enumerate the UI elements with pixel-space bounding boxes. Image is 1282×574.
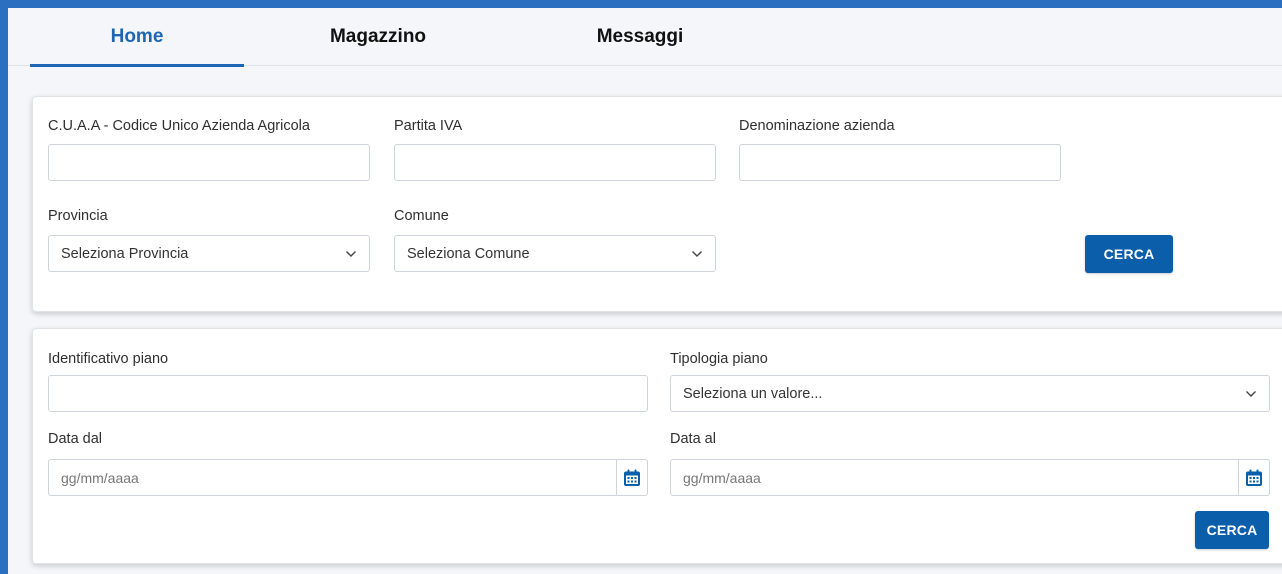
comune-selected-value: Seleziona Comune [407, 245, 530, 262]
calendar-icon [1246, 469, 1262, 486]
comune-label: Comune [394, 208, 449, 224]
data-al-field [670, 459, 1270, 496]
tab-messaggi[interactable]: Messaggi [560, 8, 720, 66]
tab-magazzino[interactable]: Magazzino [298, 8, 458, 66]
data-al-input[interactable] [670, 459, 1270, 496]
tipologia-select[interactable]: Seleziona un valore... [670, 375, 1270, 412]
company-search-panel: C.U.A.A - Codice Unico Azienda Agricola … [32, 96, 1282, 312]
chevron-down-icon [346, 250, 356, 257]
denominazione-input[interactable] [739, 144, 1061, 181]
app-frame: Home Magazzino Messaggi C.U.A.A - Codice… [8, 8, 1282, 574]
data-dal-calendar-button[interactable] [616, 459, 648, 496]
company-search-button[interactable]: CERCA [1085, 235, 1173, 273]
plan-search-panel: Identificativo piano Tipologia piano Sel… [32, 328, 1282, 564]
tab-home-label: Home [110, 26, 164, 47]
provincia-selected-value: Seleziona Provincia [61, 245, 189, 262]
tab-magazzino-label: Magazzino [329, 26, 427, 47]
identificativo-label: Identificativo piano [48, 351, 169, 367]
data-al-label: Data al [670, 431, 716, 447]
plan-search-button[interactable]: CERCA [1195, 511, 1269, 549]
piva-input[interactable] [394, 144, 716, 181]
identificativo-input[interactable] [48, 375, 648, 412]
data-dal-input[interactable] [48, 459, 648, 496]
calendar-icon [624, 469, 640, 486]
cuaa-input[interactable] [48, 144, 370, 181]
tab-home[interactable]: Home [30, 8, 244, 67]
denominazione-label: Denominazione azienda [739, 118, 895, 134]
tipologia-label: Tipologia piano [670, 351, 768, 367]
tipologia-selected-value: Seleziona un valore... [683, 385, 823, 402]
comune-select[interactable]: Seleziona Comune [394, 235, 716, 272]
provincia-label: Provincia [48, 208, 108, 224]
data-dal-label: Data dal [48, 431, 103, 447]
chevron-down-icon [692, 250, 702, 257]
data-dal-field [48, 459, 648, 496]
chevron-down-icon [1246, 390, 1256, 397]
provincia-select[interactable]: Seleziona Provincia [48, 235, 370, 272]
data-al-calendar-button[interactable] [1238, 459, 1270, 496]
piva-label: Partita IVA [394, 118, 463, 134]
tab-messaggi-label: Messaggi [596, 26, 684, 47]
tab-bar: Home Magazzino Messaggi [8, 8, 1282, 67]
cuaa-label: C.U.A.A - Codice Unico Azienda Agricola [48, 118, 310, 134]
